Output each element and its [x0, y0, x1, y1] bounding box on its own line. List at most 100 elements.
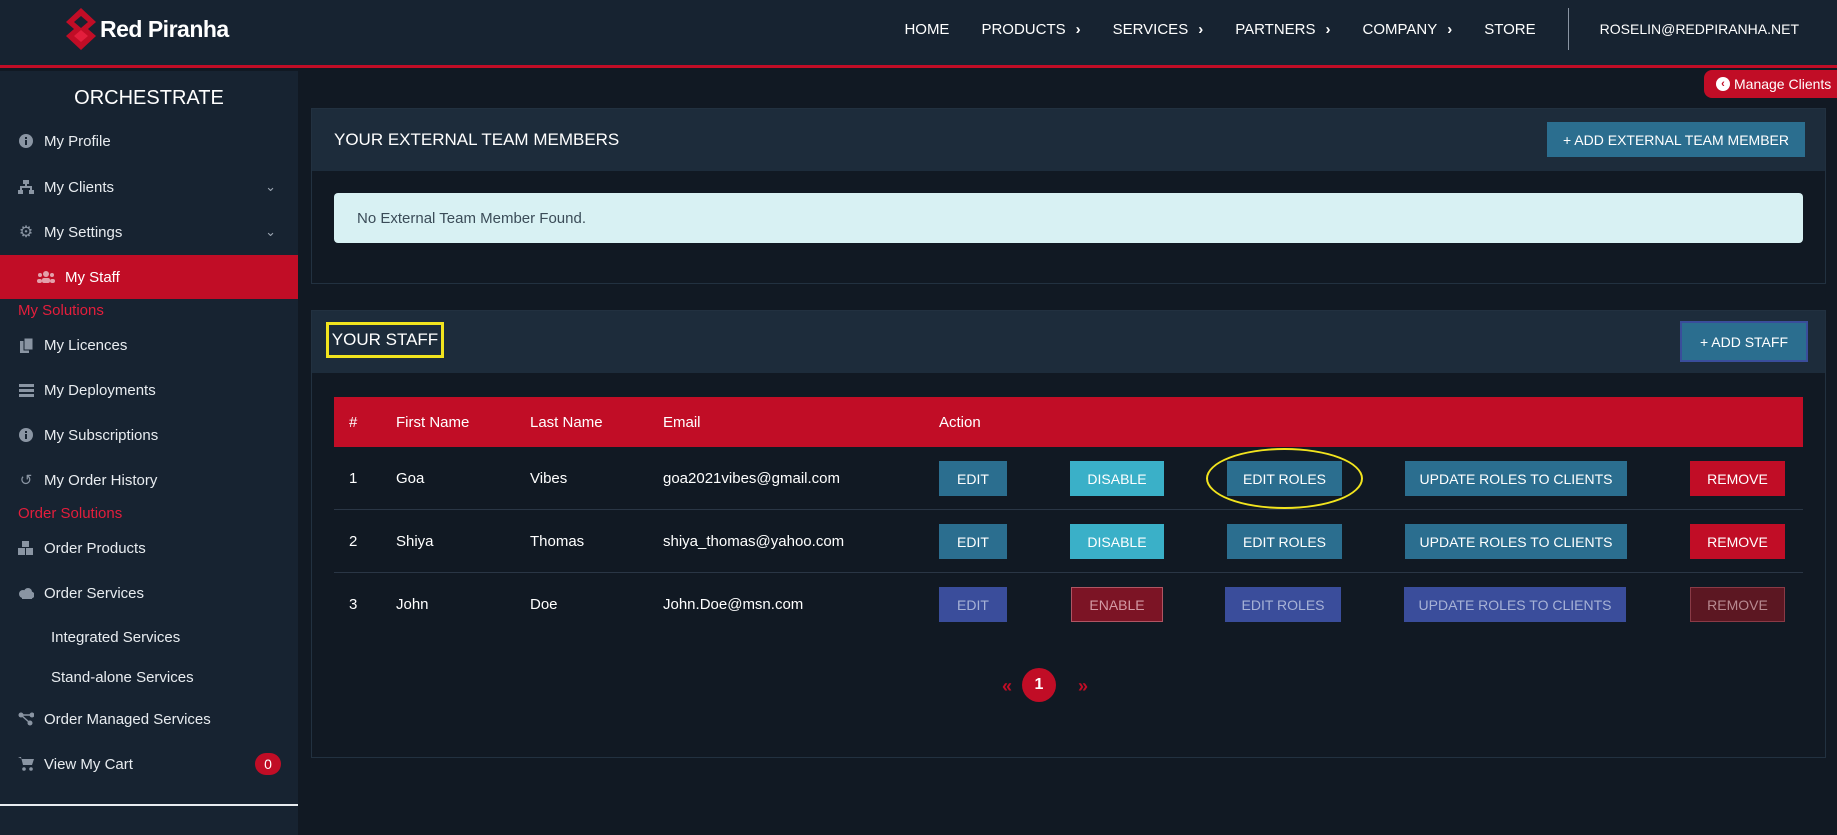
sidebar-item-order-services[interactable]: Order Services — [0, 573, 298, 613]
brand-logo[interactable]: Red Piranha — [66, 8, 229, 50]
remove-button[interactable]: REMOVE — [1690, 461, 1785, 496]
sidebar-item-standalone-services[interactable]: Stand-alone Services — [51, 669, 194, 686]
chevron-down-icon: ⌄ — [265, 179, 276, 194]
sidebar-item-label: My Licences — [44, 336, 128, 354]
edit-roles-button[interactable]: EDIT ROLES — [1225, 587, 1341, 622]
sidebar-item-my-clients[interactable]: My Clients ⌄ — [0, 167, 298, 207]
nav-partners[interactable]: PARTNERS › — [1235, 21, 1330, 38]
external-team-panel: YOUR EXTERNAL TEAM MEMBERS + ADD EXTERNA… — [311, 108, 1826, 284]
sidebar-item-view-my-cart[interactable]: View My Cart 0 — [0, 744, 298, 784]
column-header-action: Action — [939, 413, 981, 431]
column-header-first-name: First Name — [396, 413, 470, 431]
sidebar-item-label: Order Managed Services — [44, 710, 211, 728]
nav-products-label: PRODUCTS — [981, 20, 1066, 38]
add-external-team-member-button[interactable]: + ADD EXTERNAL TEAM MEMBER — [1547, 122, 1805, 157]
chevron-down-icon: ⌄ — [265, 224, 276, 239]
chevron-left-icon: ‹ — [1716, 77, 1730, 91]
nav-products[interactable]: PRODUCTS › — [981, 21, 1080, 38]
nav-store-label: STORE — [1484, 20, 1536, 38]
table-row: 1 Goa Vibes goa2021vibes@gmail.com EDIT … — [334, 447, 1803, 510]
disable-button[interactable]: DISABLE — [1070, 524, 1164, 559]
piranha-logo-icon — [66, 8, 96, 50]
sidebar-item-label: Order Services — [44, 584, 145, 602]
sidebar-item-my-deployments[interactable]: My Deployments — [0, 370, 298, 410]
edit-roles-button[interactable]: EDIT ROLES — [1227, 524, 1342, 559]
sidebar-item-my-staff[interactable]: My Staff — [0, 255, 298, 299]
table-header: # First Name Last Name Email Action — [334, 397, 1803, 447]
copy-icon — [18, 337, 34, 353]
row-num: 3 — [349, 596, 358, 613]
chevron-right-icon: › — [1198, 20, 1204, 38]
brand-name: Red Piranha — [100, 15, 229, 42]
row-email: shiya_thomas@yahoo.com — [663, 532, 845, 550]
info-icon — [18, 427, 34, 443]
external-team-header: YOUR EXTERNAL TEAM MEMBERS + ADD EXTERNA… — [312, 109, 1825, 171]
chevron-right-icon: › — [1447, 20, 1453, 38]
nav-store[interactable]: STORE — [1484, 21, 1535, 38]
update-roles-to-clients-button[interactable]: UPDATE ROLES TO CLIENTS — [1404, 587, 1626, 622]
column-header-last-name: Last Name — [530, 413, 603, 431]
sidebar-item-integrated-services[interactable]: Integrated Services — [51, 629, 180, 646]
edit-button[interactable]: EDIT — [939, 587, 1007, 622]
sidebar-item-label: My Profile — [44, 132, 111, 150]
update-roles-to-clients-button[interactable]: UPDATE ROLES TO CLIENTS — [1405, 461, 1627, 496]
cloud-icon — [18, 585, 34, 601]
sidebar-item-label: My Settings — [44, 223, 123, 241]
cart-count-badge: 0 — [255, 753, 281, 775]
nav-divider — [1567, 8, 1569, 50]
staff-header: YOUR STAFF + ADD STAFF — [312, 311, 1825, 373]
nav-home[interactable]: HOME — [904, 21, 949, 38]
staff-panel: YOUR STAFF + ADD STAFF # First Name Last… — [311, 310, 1826, 758]
row-first-name: Shiya — [396, 532, 434, 550]
sidebar-item-my-profile[interactable]: My Profile — [0, 121, 298, 161]
pagination: « 1 » — [312, 668, 1827, 702]
sidebar-item-my-settings[interactable]: ⚙ My Settings ⌄ — [0, 212, 298, 252]
cubes-icon — [18, 540, 34, 556]
users-icon — [37, 269, 55, 285]
sidebar-item-label: View My Cart — [44, 755, 133, 773]
sidebar-divider — [0, 804, 298, 806]
pagination-prev[interactable]: « — [1002, 676, 1012, 697]
sitemap-icon — [18, 179, 34, 195]
edit-roles-button[interactable]: EDIT ROLES — [1227, 461, 1342, 496]
main-nav: HOME PRODUCTS › SERVICES › PARTNERS › COMPA… — [904, 0, 1837, 58]
staff-title: YOUR STAFF — [326, 322, 444, 358]
pagination-current-page[interactable]: 1 — [1022, 668, 1056, 702]
edit-button[interactable]: EDIT — [939, 524, 1007, 559]
sidebar-item-my-subscriptions[interactable]: My Subscriptions — [0, 415, 298, 455]
remove-button[interactable]: REMOVE — [1690, 524, 1785, 559]
add-staff-button[interactable]: + ADD STAFF — [1680, 321, 1808, 362]
column-header-email: Email — [663, 413, 701, 431]
section-order-solutions: Order Solutions — [18, 505, 123, 522]
manage-clients-button[interactable]: ‹ Manage Clients — [1704, 70, 1837, 98]
network-icon — [18, 711, 34, 727]
nav-company-label: COMPANY — [1362, 20, 1438, 38]
gear-icon: ⚙ — [18, 224, 34, 241]
pagination-next[interactable]: » — [1078, 676, 1088, 697]
nav-services[interactable]: SERVICES › — [1113, 21, 1204, 38]
remove-button[interactable]: REMOVE — [1690, 587, 1785, 622]
edit-button[interactable]: EDIT — [939, 461, 1007, 496]
sidebar-title: ORCHESTRATE — [74, 87, 224, 109]
sidebar-item-order-products[interactable]: Order Products — [0, 528, 298, 568]
section-my-solutions: My Solutions — [18, 302, 104, 319]
enable-button[interactable]: ENABLE — [1071, 587, 1163, 622]
nav-user-account[interactable]: ROSELIN@REDPIRANHA.NET — [1600, 21, 1799, 37]
chevron-right-icon: › — [1325, 20, 1331, 38]
sidebar-item-my-order-history[interactable]: ↺ My Order History — [0, 460, 298, 500]
nav-services-label: SERVICES — [1112, 20, 1189, 38]
sidebar-item-my-licences[interactable]: My Licences — [0, 325, 298, 365]
sidebar-item-label: My Staff — [65, 268, 120, 286]
sidebar-item-order-managed-services[interactable]: Order Managed Services — [0, 699, 298, 739]
disable-button[interactable]: DISABLE — [1070, 461, 1164, 496]
history-icon: ↺ — [19, 472, 33, 489]
nav-company[interactable]: COMPANY › — [1363, 21, 1453, 38]
row-num: 1 — [349, 469, 358, 487]
row-last-name: Doe — [530, 596, 558, 613]
update-roles-to-clients-button[interactable]: UPDATE ROLES TO CLIENTS — [1405, 524, 1627, 559]
sidebar-item-label: My Clients — [44, 178, 115, 196]
row-last-name: Thomas — [530, 532, 585, 550]
table-row: 3 John Doe John.Doe@msn.com EDIT ENABLE … — [334, 573, 1803, 636]
manage-clients-label: Manage Clients — [1734, 76, 1832, 92]
sidebar-item-label: My Deployments — [44, 381, 156, 399]
